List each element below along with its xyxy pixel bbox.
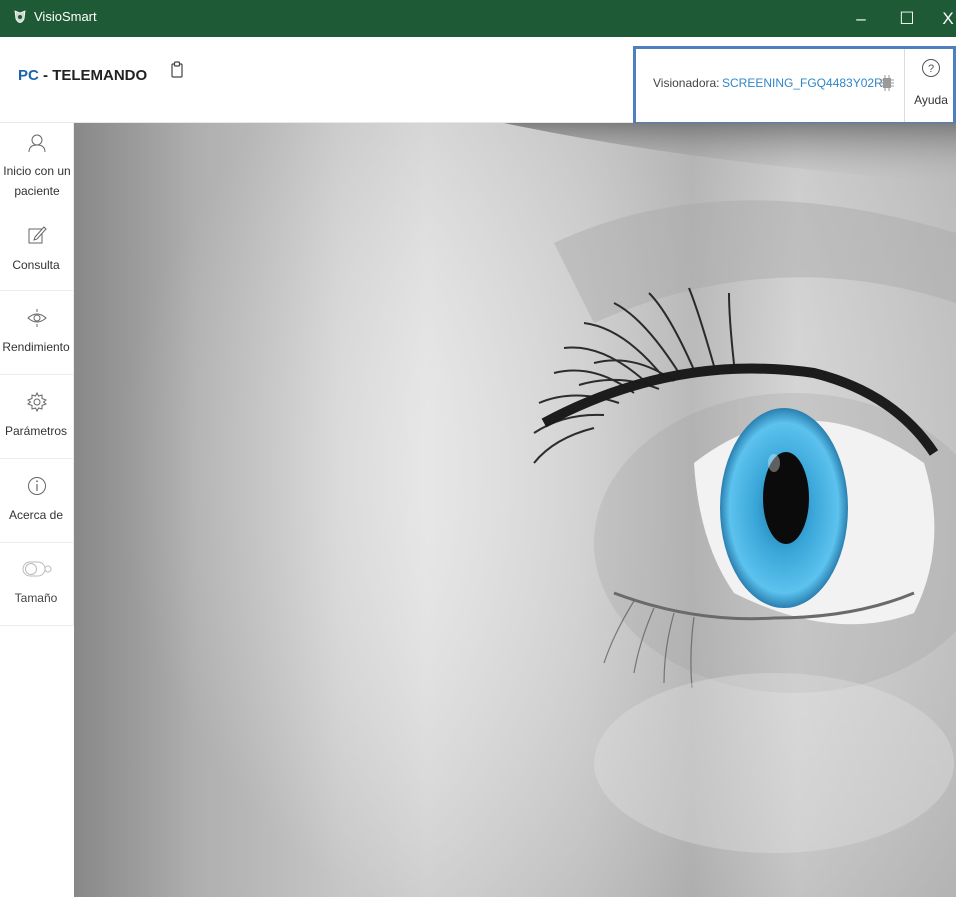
sidebar-item-label: Parámetros (4, 424, 68, 438)
sidebar-item-label: Tamaño (14, 591, 58, 605)
brand-title: PC - TELEMANDO (18, 67, 147, 84)
toggle-icon (22, 561, 52, 577)
clipboard-icon[interactable] (171, 61, 183, 78)
eye-photo-image (74, 123, 956, 897)
viewer-device-id[interactable]: SCREENING_FGQ4483Y02RR (722, 76, 891, 90)
brand-separator: - (38, 67, 53, 84)
sidebar-item-parametros[interactable]: Parámetros (0, 375, 74, 459)
help-label: Ayuda (914, 93, 948, 107)
help-icon: ? (922, 59, 940, 77)
eye-icon (27, 309, 47, 327)
chip-icon (880, 75, 894, 91)
sidebar-item-tamano[interactable]: Tamaño (0, 543, 74, 626)
sidebar-item-label: paciente (14, 184, 60, 198)
edit-icon (28, 226, 47, 244)
sidebar-item-acerca-de[interactable]: Acerca de (0, 459, 74, 543)
close-button[interactable]: X (925, 0, 956, 37)
viewer-label: Visionadora: (653, 76, 720, 90)
sidebar-item-start-patient[interactable]: Inicio con un paciente (0, 123, 74, 219)
eye-photo-illustration (74, 123, 956, 897)
maximize-button[interactable]: ☐ (884, 0, 930, 37)
app-header: PC - TELEMANDO Visionadora: SCREENING_FG… (0, 37, 956, 125)
brand-prefix: PC (18, 67, 39, 84)
sidebar-item-consulta[interactable]: Consulta (0, 219, 74, 291)
brand-name: TELEMANDO (52, 67, 148, 84)
sidebar-item-rendimiento[interactable]: Rendimiento (0, 291, 74, 375)
title-bar: VisioSmart – ☐ X (0, 0, 956, 37)
svg-text:?: ? (928, 63, 934, 75)
window-title: VisioSmart (34, 9, 97, 24)
sidebar-nav: Inicio con un paciente Consulta Rendimie… (0, 123, 74, 626)
minimize-button[interactable]: – (838, 0, 884, 37)
help-button[interactable]: ? Ayuda (904, 49, 956, 122)
sidebar-item-label: Consulta (12, 258, 60, 272)
sidebar-item-label: Acerca de (8, 508, 64, 522)
app-logo-icon (14, 10, 26, 23)
sidebar-item-label: Rendimiento (2, 340, 70, 354)
viewer-info-panel: Visionadora: SCREENING_FGQ4483Y02RR ? Ay… (633, 46, 956, 125)
info-icon (28, 477, 46, 495)
user-icon (28, 134, 46, 153)
sidebar-item-label: Inicio con un (3, 164, 71, 178)
gear-icon (27, 392, 47, 412)
